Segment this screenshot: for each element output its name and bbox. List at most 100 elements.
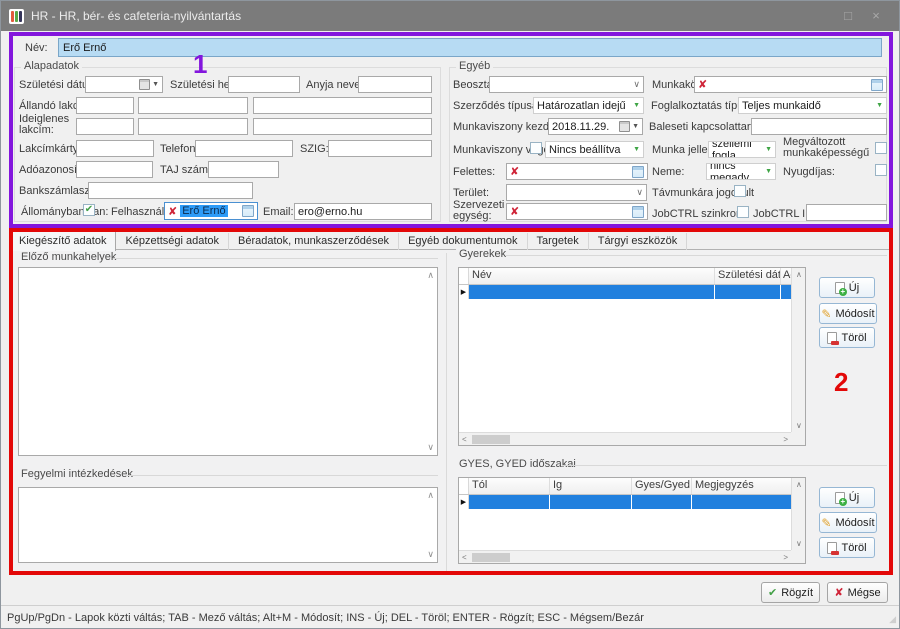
scroll-up-icon[interactable]: ∧ (796, 480, 802, 489)
scrollbar-thumb[interactable] (472, 435, 510, 444)
tavmunkara-checkbox[interactable] (734, 185, 746, 197)
column-gyes-gyed[interactable]: Gyes/Gyed (632, 478, 692, 494)
horizontal-scrollbar[interactable]: < > (459, 432, 791, 445)
column-megjegyzes[interactable]: Megjegyzés (692, 478, 791, 494)
vertical-scrollbar[interactable]: ∧ ∨ (791, 478, 805, 550)
scroll-down-icon[interactable]: ∨ (427, 549, 434, 560)
column-tol[interactable]: Tól (469, 478, 550, 494)
beosztas-combo[interactable]: ∨ (489, 76, 644, 93)
allando-lakcim-irsz-input[interactable] (76, 97, 134, 114)
elozo-munkahelyek-textarea[interactable]: ∧ ∨ (18, 267, 438, 456)
jobctrl-szinkron-checkbox[interactable] (737, 206, 749, 218)
tab-egyeb-dokumentumok[interactable]: Egyéb dokumentumok (399, 233, 527, 250)
nev-input[interactable]: Erő Ernő (58, 38, 882, 57)
tab-targetek[interactable]: Targetek (528, 233, 589, 250)
scrollbar-thumb[interactable] (472, 553, 510, 562)
munkaviszony-vege-combo[interactable]: Nincs beállítva ▼ (545, 141, 644, 158)
column-ig[interactable]: Ig (550, 478, 632, 494)
lookup-window-icon[interactable] (242, 205, 254, 217)
ideiglenes-lakcim-utca-input[interactable] (253, 118, 432, 135)
close-button[interactable]: × (865, 7, 887, 25)
szerzodes-tipusa-combo[interactable]: Határozatlan idejű ▼ (533, 97, 644, 114)
ideiglenes-lakcim-varos-input[interactable] (138, 118, 248, 135)
calendar-icon[interactable] (619, 121, 630, 132)
jobctrl-id-input[interactable] (806, 204, 887, 221)
scroll-left-icon[interactable]: < (462, 435, 467, 444)
chevron-down-icon[interactable]: ∨ (636, 187, 643, 198)
tab-targyi-eszkozok[interactable]: Tárgyi eszközök (589, 233, 687, 250)
allando-lakcim-utca-input[interactable] (253, 97, 432, 114)
scroll-down-icon[interactable]: ∨ (796, 421, 802, 430)
dropdown-icon[interactable]: ▼ (152, 81, 159, 88)
taj-szam-input[interactable] (208, 161, 279, 178)
szuletesi-hely-input[interactable] (228, 76, 300, 93)
clear-x-icon[interactable]: ✘ (510, 165, 519, 178)
allando-lakcim-varos-input[interactable] (138, 97, 248, 114)
tab-kiegeszito-adatok[interactable]: Kiegészítő adatok (9, 231, 116, 251)
gyerekek-table[interactable]: Név Születési dátum Ac ▶ ∧ ∨ < > (458, 267, 806, 446)
email-input[interactable]: ero@erno.hu (294, 203, 432, 220)
felettes-lookup[interactable]: ✘ (506, 163, 648, 180)
scroll-left-icon[interactable]: < (462, 553, 467, 562)
fegyelmi-textarea[interactable]: ∧ ∨ (18, 487, 438, 563)
clear-x-icon[interactable]: ✘ (168, 205, 177, 218)
dropdown-icon[interactable]: ▼ (632, 123, 639, 130)
scroll-right-icon[interactable]: > (783, 435, 788, 444)
resize-grip[interactable]: ◢ (889, 614, 896, 625)
maximize-button[interactable]: □ (837, 7, 859, 25)
dropdown-icon[interactable]: ▼ (765, 168, 772, 175)
munkaviszony-kezdete-input[interactable]: 2018.11.29. ▼ (548, 118, 643, 135)
lookup-window-icon[interactable] (632, 166, 644, 178)
chevron-down-icon[interactable]: ∨ (633, 79, 640, 90)
clear-x-icon[interactable]: ✘ (510, 205, 519, 218)
felhasznalo-lookup[interactable]: ✘ Erő Ernő (164, 202, 258, 220)
vertical-scrollbar[interactable]: ∧ ∨ (791, 268, 805, 432)
munkakor-lookup[interactable]: ✘ (694, 76, 887, 93)
nyugdijas-checkbox[interactable] (875, 164, 887, 176)
scroll-down-icon[interactable]: ∨ (796, 539, 802, 548)
telefon-input[interactable] (195, 140, 293, 157)
megvaltozott-checkbox[interactable] (875, 142, 887, 154)
gyes-modosit-button[interactable]: ✎ Módosít (819, 512, 877, 533)
tab-kepzettsegi-adatok[interactable]: Képzettségi adatok (116, 233, 229, 250)
gyes-table[interactable]: Tól Ig Gyes/Gyed Megjegyzés ▶ ∧ ∨ < > (458, 477, 806, 564)
baleseti-input[interactable] (751, 118, 887, 135)
rogzit-button[interactable]: ✔ Rögzít (761, 582, 820, 603)
gyerekek-selected-row[interactable]: ▶ (459, 285, 791, 299)
gyes-selected-row[interactable]: ▶ (459, 495, 791, 509)
scroll-down-icon[interactable]: ∨ (427, 442, 434, 453)
gyes-torol-button[interactable]: Töröl (819, 537, 875, 558)
allomanyban-van-checkbox[interactable]: ✔ (83, 204, 95, 216)
dropdown-icon[interactable]: ▼ (633, 102, 640, 109)
column-nev[interactable]: Név (469, 268, 715, 284)
lookup-window-icon[interactable] (632, 206, 644, 218)
dropdown-icon[interactable]: ▼ (765, 146, 772, 153)
foglalkoztatas-tipusa-combo[interactable]: Teljes munkaidő ▼ (738, 97, 887, 114)
szervezeti-egyseg-lookup[interactable]: ✘ (506, 203, 648, 220)
calendar-icon[interactable] (139, 79, 150, 90)
anyja-neve-input[interactable] (358, 76, 432, 93)
horizontal-scrollbar[interactable]: < > (459, 550, 791, 563)
scroll-right-icon[interactable]: > (783, 553, 788, 562)
column-ad[interactable]: Ac (781, 268, 791, 284)
scroll-up-icon[interactable]: ∧ (427, 490, 434, 501)
ideiglenes-lakcim-irsz-input[interactable] (76, 118, 134, 135)
titlebar[interactable]: HR - HR, bér- és cafeteria-nyilvántartás (1, 1, 899, 31)
dropdown-icon[interactable]: ▼ (876, 102, 883, 109)
neme-combo[interactable]: nincs megadv ▼ (706, 163, 776, 180)
gyerekek-modosit-button[interactable]: ✎ Módosít (819, 303, 877, 324)
gyes-uj-button[interactable]: + Új (819, 487, 875, 508)
dropdown-icon[interactable]: ▼ (633, 146, 640, 153)
gyerekek-torol-button[interactable]: Töröl (819, 327, 875, 348)
bankszamlaszam-input[interactable] (88, 182, 253, 199)
adoazonosito-input[interactable] (76, 161, 153, 178)
terulet-combo[interactable]: ∨ (506, 184, 647, 201)
clear-x-icon[interactable]: ✘ (698, 78, 707, 91)
munka-jellege-combo[interactable]: szellemi fogla ▼ (708, 141, 776, 158)
scroll-up-icon[interactable]: ∧ (796, 270, 802, 279)
column-szuletesi-datum[interactable]: Születési dátum (715, 268, 781, 284)
megse-button[interactable]: ✘ Mégse (827, 582, 888, 603)
tab-beradatok[interactable]: Béradatok, munkaszerződések (229, 233, 399, 250)
munkaviszony-vege-checkbox[interactable] (530, 142, 542, 154)
scroll-up-icon[interactable]: ∧ (427, 270, 434, 281)
